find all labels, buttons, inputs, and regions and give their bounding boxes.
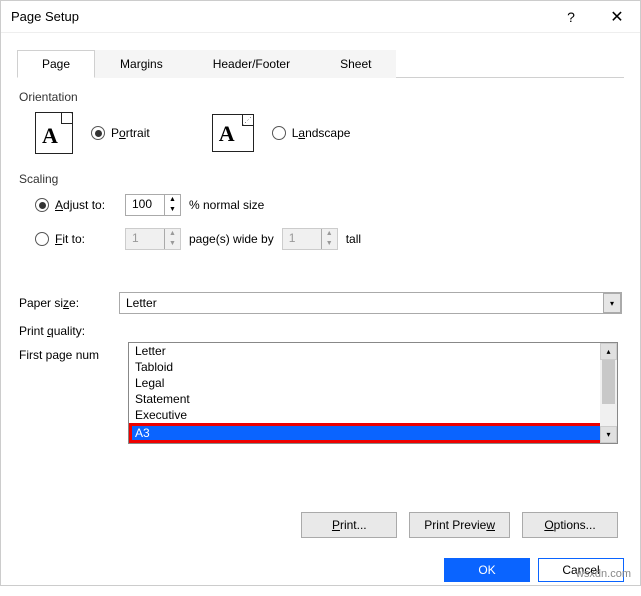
fit-tall-suffix: tall [346,232,361,246]
fit-wide-value[interactable]: 1 [126,229,164,249]
dialog-title: Page Setup [11,9,548,24]
dropdown-list: LetterTabloidLegalStatementExecutiveA3 [129,343,617,443]
footer-row: OK Cancel [1,548,640,596]
landscape-page-icon: A [212,114,254,152]
ok-button[interactable]: OK [444,558,530,582]
paper-size-combo[interactable]: Letter ▾ [119,292,622,314]
options-button[interactable]: Options... [522,512,618,538]
dropdown-item[interactable]: A3 [129,423,617,443]
fit-wide-suffix: page(s) wide by [189,232,274,246]
portrait-page-icon: A [35,112,73,154]
page-setup-dialog: Page Setup ? ✕ Page Margins Header/Foote… [0,0,641,586]
paper-size-label: Paper size: [19,296,119,310]
chevron-up-icon[interactable]: ▲ [322,229,337,239]
dropdown-item[interactable]: Executive [129,407,617,423]
radio-dot-icon [91,126,105,140]
chevron-up-icon[interactable]: ▲ [165,229,180,239]
tab-margins[interactable]: Margins [95,50,188,78]
adjust-row: Adjust to: 100 ▲▼ % normal size [35,194,622,216]
watermark-text: wsxdn.com [576,568,631,580]
titlebar: Page Setup ? ✕ [1,1,640,33]
button-row: Print... Print Preview Options... [19,502,622,548]
fit-tall-value[interactable]: 1 [283,229,321,249]
chevron-down-icon[interactable]: ▼ [165,239,180,249]
print-quality-row: Print quality: [19,324,622,338]
page-panel: Orientation A Portrait A Landscape Scali… [17,78,624,548]
print-button[interactable]: Print... [301,512,397,538]
chevron-down-icon[interactable]: ▾ [603,293,621,313]
print-quality-label: Print quality: [19,324,119,338]
radio-dot-icon [35,198,49,212]
tab-strip: Page Margins Header/Footer Sheet [17,49,624,78]
radio-portrait[interactable]: Portrait [91,126,150,140]
dropdown-item[interactable]: Tabloid [129,359,617,375]
tab-headerfooter[interactable]: Header/Footer [188,50,315,78]
radio-dot-icon [272,126,286,140]
scrollbar-thumb[interactable] [602,360,615,404]
tab-sheet[interactable]: Sheet [315,50,396,78]
radio-landscape[interactable]: Landscape [272,126,351,140]
orientation-label: Orientation [19,90,622,104]
tab-page[interactable]: Page [17,50,95,78]
scaling-label: Scaling [19,172,622,186]
dropdown-item[interactable]: Letter [129,343,617,359]
adjust-value[interactable]: 100 [126,195,164,215]
print-preview-button[interactable]: Print Preview [409,512,510,538]
dropdown-scrollbar[interactable]: ▴ ▾ [600,343,617,443]
first-page-label: First page num [19,348,119,362]
fit-tall-spinner[interactable]: 1 ▲▼ [282,228,338,250]
chevron-down-icon[interactable]: ▼ [322,239,337,249]
help-button[interactable]: ? [548,1,594,33]
orientation-row: A Portrait A Landscape [35,112,622,154]
radio-fit[interactable]: Fit to: [35,232,117,246]
fit-row: Fit to: 1 ▲▼ page(s) wide by 1 ▲▼ tall [35,228,622,250]
dropdown-item[interactable]: Legal [129,375,617,391]
adjust-spinner[interactable]: 100 ▲▼ [125,194,181,216]
paper-size-row: Paper size: Letter ▾ [19,292,622,314]
content-area: Page Margins Header/Footer Sheet Orienta… [1,33,640,548]
chevron-up-icon[interactable]: ▲ [165,195,180,205]
chevron-up-icon[interactable]: ▴ [600,343,617,360]
chevron-down-icon[interactable]: ▾ [600,426,617,443]
paper-size-dropdown: LetterTabloidLegalStatementExecutiveA3 ▴… [128,342,618,444]
close-button[interactable]: ✕ [594,1,640,33]
radio-dot-icon [35,232,49,246]
radio-adjust[interactable]: Adjust to: [35,198,117,212]
dropdown-item[interactable]: Statement [129,391,617,407]
fit-wide-spinner[interactable]: 1 ▲▼ [125,228,181,250]
adjust-suffix: % normal size [189,198,264,212]
chevron-down-icon[interactable]: ▼ [165,205,180,215]
paper-size-value: Letter [120,294,603,312]
